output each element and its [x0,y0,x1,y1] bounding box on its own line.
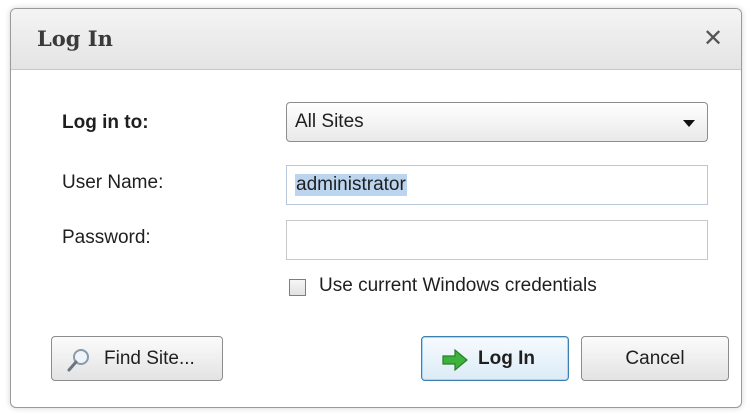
log-in-button[interactable]: Log In [421,336,569,381]
windows-credentials-label[interactable]: Use current Windows credentials [319,275,597,297]
username-value: administrator [295,174,407,196]
password-input[interactable] [286,220,708,260]
find-site-button[interactable]: Find Site... [51,336,223,381]
title-bar: Log In ✕ [11,9,741,70]
dialog-title: Log In [37,26,113,51]
username-input[interactable]: administrator [286,165,708,205]
close-button[interactable]: ✕ [699,25,727,53]
site-select[interactable]: All Sites [286,102,708,142]
windows-credentials-checkbox[interactable] [289,279,306,296]
cancel-button[interactable]: Cancel [581,336,729,381]
site-select-value: All Sites [295,111,364,132]
dropdown-arrow-icon [683,120,695,127]
magnifier-icon [67,349,89,372]
cancel-label: Cancel [625,348,685,369]
find-site-label: Find Site... [104,348,195,369]
login-to-label: Log in to: [62,112,149,133]
close-icon: ✕ [702,25,724,52]
password-label: Password: [62,227,151,248]
log-in-label: Log In [478,348,535,369]
login-dialog: Log In ✕ Log in to: All Sites User Name:… [10,8,742,408]
username-label: User Name: [62,172,164,193]
green-arrow-icon [442,349,468,371]
